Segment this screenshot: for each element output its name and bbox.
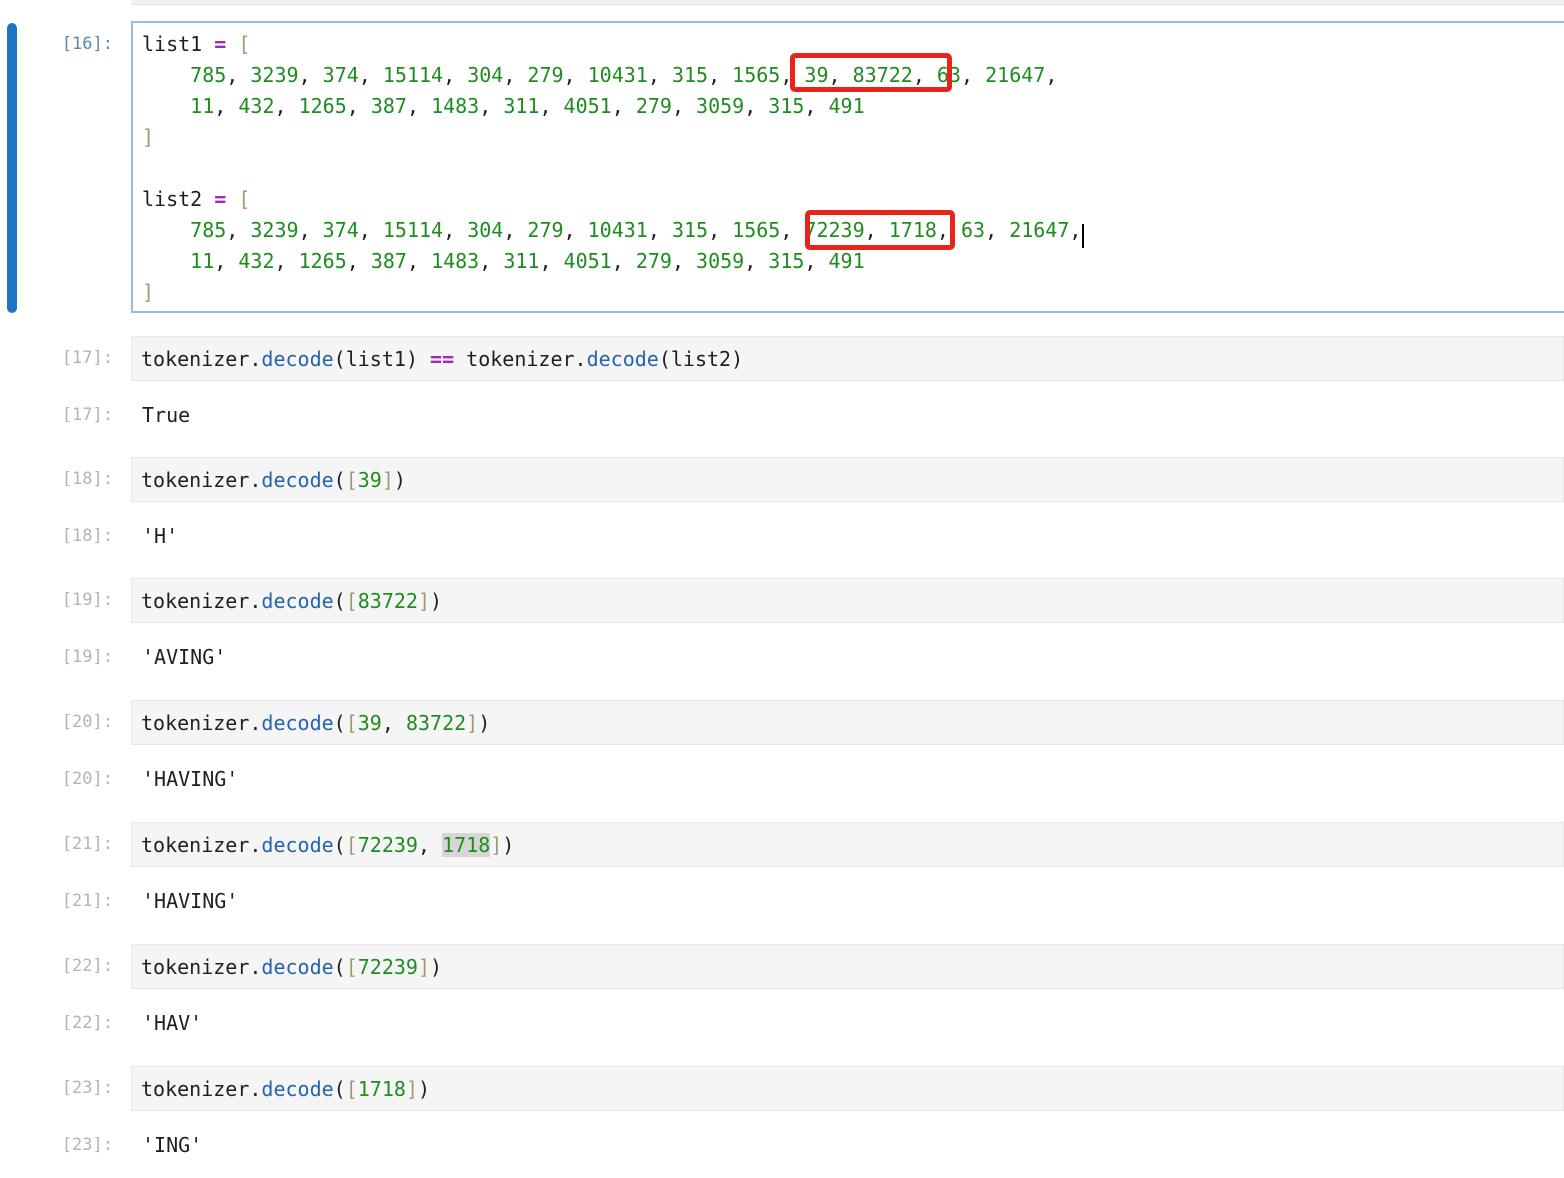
execution-count-output-19: [19]:: [0, 646, 113, 668]
cell-21-code[interactable]: tokenizer.decode([72239, 1718]): [141, 833, 514, 857]
cell-20-code-editor[interactable]: tokenizer.decode([39, 83722]): [131, 700, 1564, 745]
cell-19-code[interactable]: tokenizer.decode([83722]): [141, 589, 442, 613]
cell-16-code-editor[interactable]: list1 = [ 785, 3239, 374, 15114, 304, 27…: [131, 21, 1564, 313]
red-annotation-box-72239-1718: [805, 210, 955, 250]
notebook-area: [16]: list1 = [ 785, 3239, 374, 15114, 3…: [0, 0, 1564, 1178]
execution-count-input-22: [22]:: [0, 955, 113, 977]
execution-count-output-17: [17]:: [0, 404, 113, 426]
execution-count-input-19: [19]:: [0, 589, 113, 611]
cell-17-code-editor[interactable]: tokenizer.decode(list1) == tokenizer.dec…: [131, 336, 1564, 381]
execution-count-output-23: [23]:: [0, 1134, 113, 1156]
execution-count-input-17: [17]:: [0, 347, 113, 369]
cell-18-code-editor[interactable]: tokenizer.decode([39]): [131, 457, 1564, 502]
cell-18-code[interactable]: tokenizer.decode([39]): [141, 468, 406, 492]
selected-cell-indicator[interactable]: [7, 23, 17, 313]
cell-21-code-editor[interactable]: tokenizer.decode([72239, 1718]): [131, 822, 1564, 867]
text-cursor: [1082, 224, 1084, 248]
cell-17-code[interactable]: tokenizer.decode(list1) == tokenizer.dec…: [141, 347, 743, 371]
cell-19-output: 'AVING': [142, 646, 226, 668]
execution-count-input-18: [18]:: [0, 468, 113, 490]
cell-23-code[interactable]: tokenizer.decode([1718]): [141, 1077, 430, 1101]
execution-count-output-21: [21]:: [0, 890, 113, 912]
execution-count-input-23: [23]:: [0, 1077, 113, 1099]
cell-23-code-editor[interactable]: tokenizer.decode([1718]): [131, 1066, 1564, 1111]
execution-count-input-16: [16]:: [0, 33, 113, 55]
cell-20-code[interactable]: tokenizer.decode([39, 83722]): [141, 711, 490, 735]
execution-count-input-20: [20]:: [0, 711, 113, 733]
cell-18-output: 'H': [142, 525, 178, 547]
cell-22-output: 'HAV': [142, 1012, 202, 1034]
cell-20-output: 'HAVING': [142, 768, 238, 790]
cell-22-code[interactable]: tokenizer.decode([72239]): [141, 955, 442, 979]
execution-count-output-20: [20]:: [0, 768, 113, 790]
cell-22-code-editor[interactable]: tokenizer.decode([72239]): [131, 944, 1564, 989]
cell-23-output: 'ING': [142, 1134, 202, 1156]
execution-count-input-21: [21]:: [0, 833, 113, 855]
execution-count-output-18: [18]:: [0, 525, 113, 547]
cell-19-code-editor[interactable]: tokenizer.decode([83722]): [131, 578, 1564, 623]
red-annotation-box-39-83722: [790, 53, 952, 92]
cell-17-output: True: [142, 404, 190, 426]
cell-21-output: 'HAVING': [142, 890, 238, 912]
execution-count-output-22: [22]:: [0, 1012, 113, 1034]
previous-cell-edge: [131, 0, 1564, 5]
